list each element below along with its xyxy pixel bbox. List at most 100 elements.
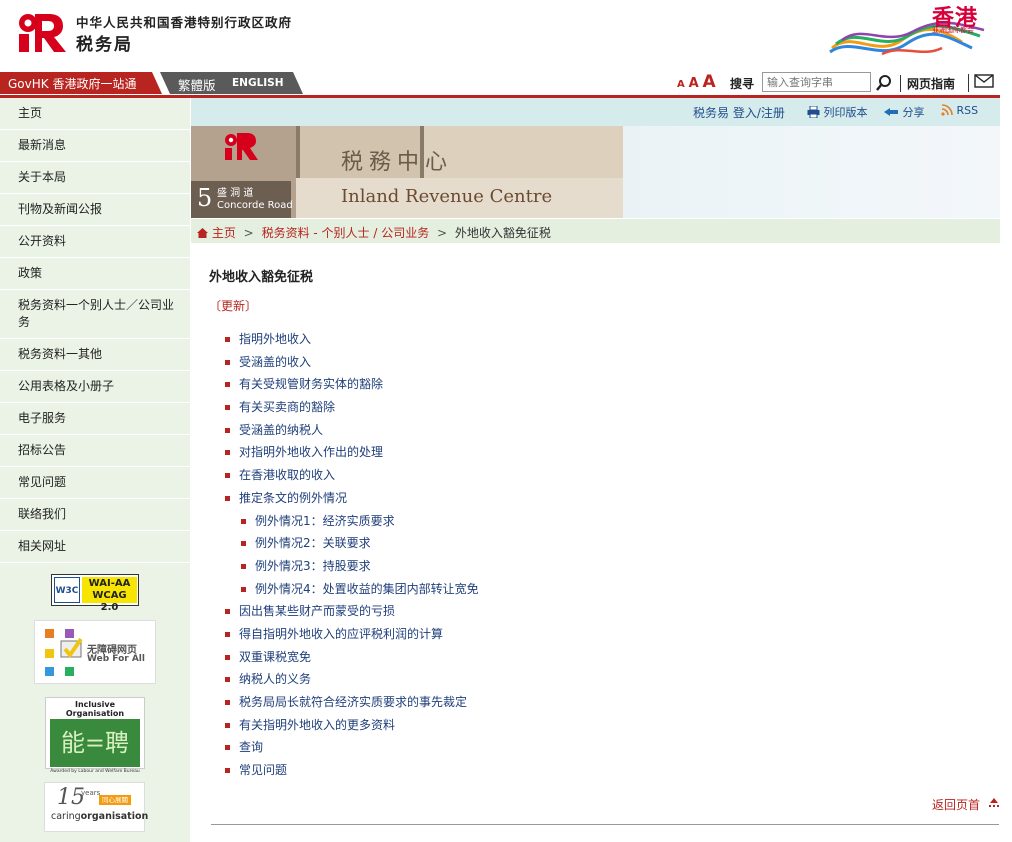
list-item[interactable]: 常见问题: [225, 759, 479, 782]
list-item[interactable]: 税务局局长就符合经济实质要求的事先裁定: [225, 691, 479, 714]
lang-traditional-link[interactable]: 繁體版: [178, 75, 216, 94]
list-item[interactable]: 有关买卖商的豁除: [225, 396, 479, 419]
sidebar-item-contact[interactable]: 联络我们: [0, 499, 190, 531]
content-divider: [211, 824, 999, 825]
wcag-badge[interactable]: W3C WAI-AA WCAG 2.0: [51, 574, 139, 613]
wcag-version: WCAG 2.0: [92, 590, 127, 613]
sidebar-item-open-info[interactable]: 公开资料: [0, 226, 190, 258]
list-item[interactable]: 受涵盖的纳税人: [225, 419, 479, 442]
sub-list-item[interactable]: 例外情况1：经济实质要求: [241, 510, 479, 533]
font-size-controls: A A A: [677, 72, 716, 92]
font-small-button[interactable]: A: [677, 79, 685, 90]
banner-sign-en: Inland Revenue Centre: [341, 186, 553, 207]
share-icon: [884, 108, 898, 116]
share-link[interactable]: 分享: [883, 104, 925, 120]
rss-link[interactable]: RSS: [941, 104, 978, 117]
department-name: 税务局: [76, 35, 133, 55]
sidebar-item-publications[interactable]: 刊物及新闻公报: [0, 194, 190, 226]
banner-address-number: 5: [197, 184, 213, 212]
caring-word: caring: [51, 811, 81, 822]
organisation-word: organisation: [80, 811, 149, 822]
list-item[interactable]: 因出售某些财产而蒙受的亏损: [225, 600, 479, 623]
list-item[interactable]: 推定条文的例外情况: [225, 487, 479, 510]
sidebar-item-tenders[interactable]: 招标公告: [0, 435, 190, 467]
sidebar-item-home[interactable]: 主页: [0, 98, 190, 130]
topic-list: 指明外地收入 受涵盖的收入 有关受规管财务实体的豁除 有关买卖商的豁除 受涵盖的…: [225, 328, 479, 782]
page-banner: 税務中心 Inland Revenue Centre 5 盛 洞 道 Conco…: [191, 126, 1000, 218]
breadcrumb-home[interactable]: 主页: [212, 226, 236, 240]
sidebar-item-policy[interactable]: 政策: [0, 258, 190, 290]
search-input[interactable]: [762, 72, 871, 92]
sub-list-item[interactable]: 例外情况4：处置收益的集团内部转让宽免: [241, 578, 479, 601]
inclusive-glyph: 能=聘: [50, 719, 140, 767]
inclusive-organisation-badge[interactable]: Inclusive Organisation 能=聘 Awarded by La…: [45, 697, 145, 774]
web-for-all-badge[interactable]: 无障碍网页 Web For All: [34, 620, 156, 684]
list-item[interactable]: 有关指明外地收入的更多资料: [225, 714, 479, 737]
list-item[interactable]: 有关受规管财务实体的豁除: [225, 373, 479, 396]
sidebar-item-news[interactable]: 最新消息: [0, 130, 190, 162]
web-for-all-en: Web For All: [87, 654, 145, 664]
banner-address-cn: 盛 洞 道: [217, 188, 254, 199]
mail-icon[interactable]: [968, 74, 994, 92]
ird-logo-icon[interactable]: [17, 10, 67, 54]
breadcrumb-separator: >: [243, 226, 254, 240]
banner-address-en: Concorde Road: [217, 200, 293, 211]
print-version-link[interactable]: 列印版本: [807, 104, 868, 120]
search-label: 搜寻: [730, 77, 755, 91]
language-bar: 繁體版 ENGLISH: [160, 72, 303, 94]
site-guide-link[interactable]: 网页指南: [900, 75, 955, 92]
list-item[interactable]: 查询: [225, 736, 479, 759]
sidebar-nav: 主页 最新消息 关于本局 刊物及新闻公报 公开资料 政策 税务资料一个别人士／公…: [0, 98, 190, 563]
sidebar: 主页 最新消息 关于本局 刊物及新闻公报 公开资料 政策 税务资料一个别人士／公…: [0, 98, 190, 842]
checkmark-icon: [60, 637, 83, 659]
sidebar-item-forms[interactable]: 公用表格及小册子: [0, 371, 190, 403]
site-header: 中华人民共和国香港特别行政区政府 税务局 香港 亚洲国际都会: [0, 0, 1000, 70]
list-item[interactable]: 双重课税宽免: [225, 646, 479, 669]
breadcrumb: 主页 > 税务资料 - 个别人士 / 公司业务 > 外地收入豁免征税: [191, 219, 1000, 243]
back-to-top-icon[interactable]: [988, 798, 1000, 808]
caring-organisation-badge[interactable]: 15 years 同心展關懷 caringorganisation: [44, 782, 148, 832]
caring-years-label: years: [81, 789, 101, 797]
list-item[interactable]: 指明外地收入: [225, 328, 479, 351]
sub-list-item[interactable]: 例外情况3：持股要求: [241, 555, 479, 578]
list-item[interactable]: 纳税人的义务: [225, 668, 479, 691]
font-large-button[interactable]: A: [702, 72, 715, 92]
list-item[interactable]: 在香港收取的收入: [225, 464, 479, 487]
printer-icon: [807, 105, 820, 119]
font-medium-button[interactable]: A: [689, 76, 699, 91]
govhk-link[interactable]: GovHK 香港政府一站通: [0, 72, 162, 94]
caring-cn: 同心展關懷: [99, 795, 131, 814]
utility-bar: 税务易 登入/注册 列印版本 分享 RSS: [191, 98, 1000, 126]
sidebar-item-tax-others[interactable]: 税务资料一其他: [0, 339, 190, 371]
rss-icon: [941, 104, 953, 116]
sidebar-item-tax-individuals-business[interactable]: 税务资料一个别人士／公司业务: [0, 290, 190, 339]
rss-label: RSS: [956, 104, 979, 117]
etax-login-link[interactable]: 税务易 登入/注册: [693, 104, 785, 121]
sidebar-item-links[interactable]: 相关网址: [0, 531, 190, 563]
wcag-level: WAI-AA: [88, 578, 131, 589]
main-content: 外地收入豁免征税 〔更新〕 指明外地收入 受涵盖的收入 有关受规管财务实体的豁除…: [191, 244, 1000, 842]
share-label: 分享: [902, 106, 925, 119]
top-navigation-bar: GovHK 香港政府一站通 繁體版 ENGLISH A A A 搜寻 网页指南: [0, 72, 1000, 94]
breadcrumb-current: 外地收入豁免征税: [454, 226, 551, 240]
list-item[interactable]: 受涵盖的收入: [225, 351, 479, 374]
search-icon[interactable]: [874, 73, 894, 93]
sidebar-item-e-services[interactable]: 电子服务: [0, 403, 190, 435]
breadcrumb-section[interactable]: 税务资料 - 个别人士 / 公司业务: [262, 226, 430, 240]
print-label: 列印版本: [823, 106, 868, 119]
sidebar-item-faq[interactable]: 常见问题: [0, 467, 190, 499]
w3c-logo: W3C: [54, 577, 80, 603]
back-to-top-link[interactable]: 返回页首: [932, 796, 980, 813]
page-title: 外地收入豁免征税: [209, 270, 314, 285]
list-item[interactable]: 得自指明外地收入的应评税利润的计算: [225, 623, 479, 646]
inclusive-title: Inclusive Organisation: [65, 700, 125, 718]
breadcrumb-separator: >: [437, 226, 448, 240]
update-link[interactable]: 〔更新〕: [209, 297, 257, 314]
lang-english-link[interactable]: ENGLISH: [232, 77, 284, 89]
home-icon[interactable]: [197, 228, 208, 238]
government-name: 中华人民共和国香港特别行政区政府: [76, 15, 293, 30]
sidebar-item-about[interactable]: 关于本局: [0, 162, 190, 194]
list-item[interactable]: 对指明外地收入作出的处理: [225, 441, 479, 464]
inclusive-footer: Awarded by Labour and Welfare Bureau: [50, 769, 140, 774]
sub-list-item[interactable]: 例外情况2：关联要求: [241, 532, 479, 555]
